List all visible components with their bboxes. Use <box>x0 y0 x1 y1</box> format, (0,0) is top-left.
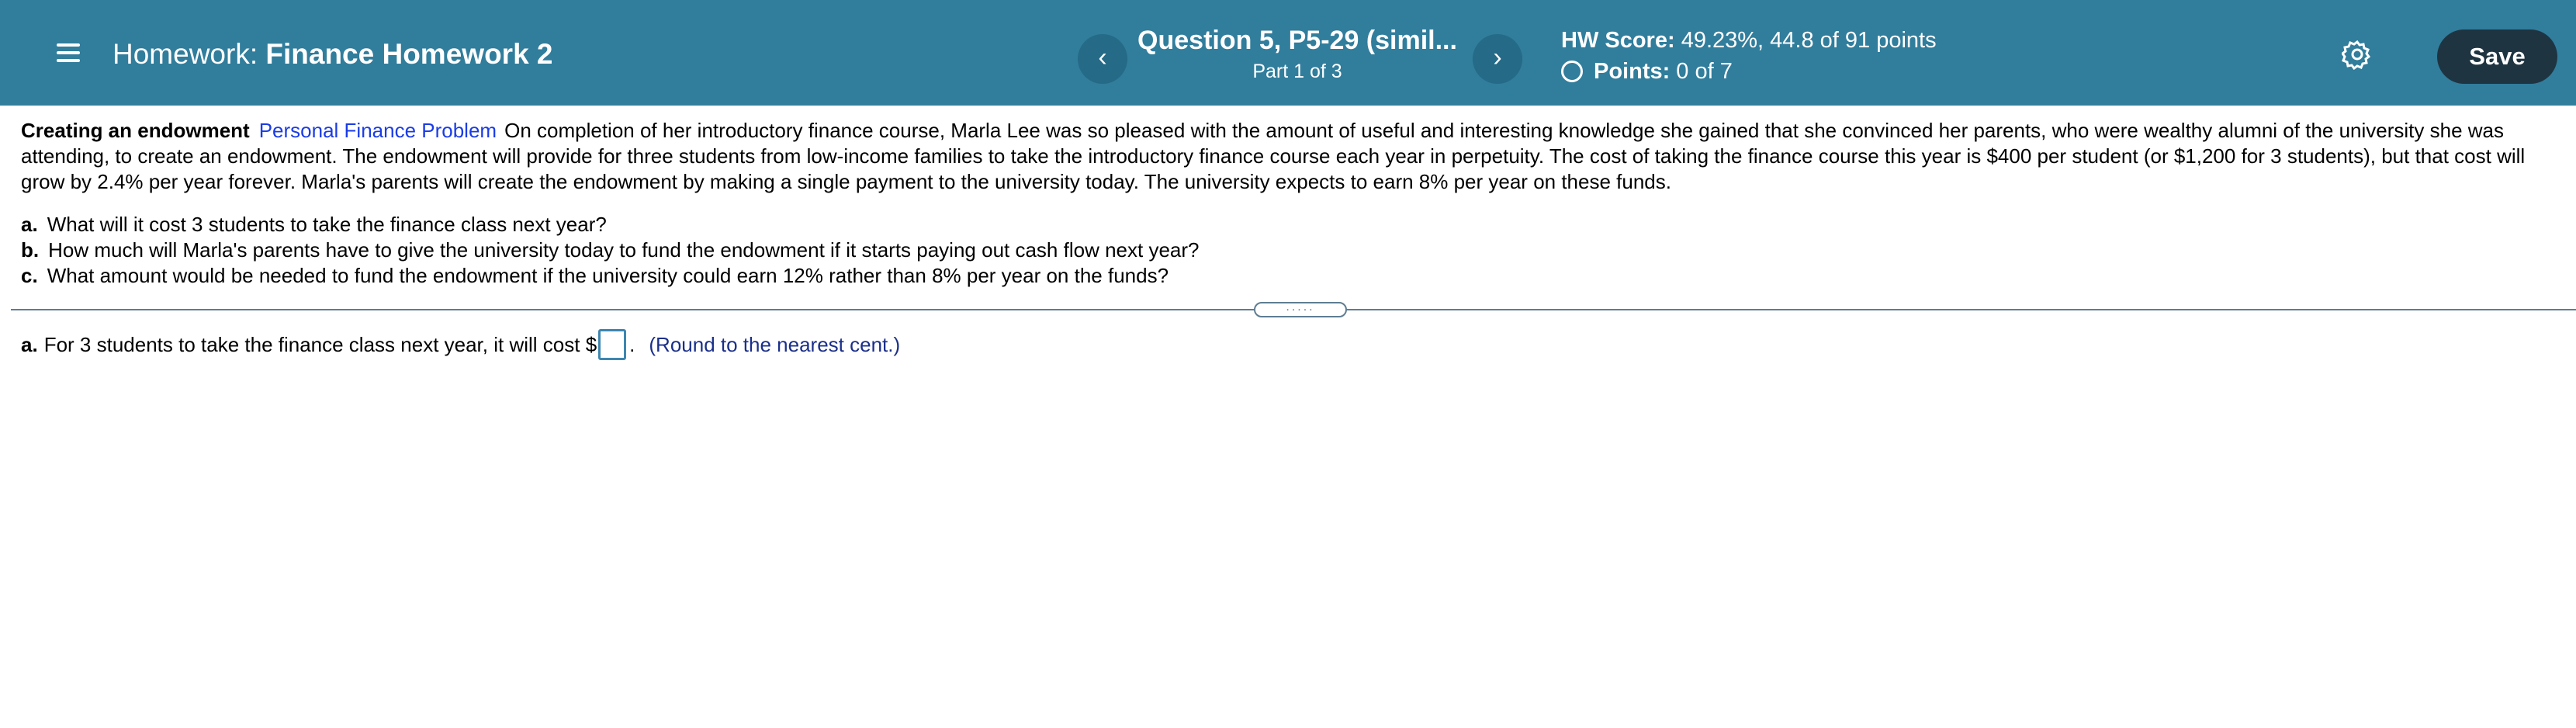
homework-name: Finance Homework 2 <box>265 38 553 70</box>
personal-finance-link[interactable]: Personal Finance Problem <box>259 119 497 142</box>
question-header: Question 5, P5-29 (simil... Part 1 of 3 <box>1134 23 1460 85</box>
homework-prefix: Homework: <box>113 38 258 70</box>
answer-prompt: For 3 students to take the finance class… <box>43 333 597 356</box>
answer-suffix: . <box>629 333 635 356</box>
hw-score-label: HW Score: <box>1561 28 1675 53</box>
rounding-hint: (Round to the nearest cent.) <box>649 333 901 356</box>
points-value: 0 of 7 <box>1676 59 1733 84</box>
answer-row: a. For 3 students to take the finance cl… <box>21 328 900 362</box>
progress-circle-icon <box>1561 61 1583 82</box>
question-part: Part 1 of 3 <box>1252 61 1342 82</box>
top-bar: Homework: Finance Homework 2 ‹ Question … <box>0 0 2576 106</box>
hamburger-menu-icon[interactable] <box>51 37 85 68</box>
question-title[interactable]: Question 5, P5-29 (simil... <box>1134 23 1460 57</box>
question-letter: c. <box>21 264 38 287</box>
previous-question-button[interactable]: ‹ <box>1078 34 1127 84</box>
question-letter: b. <box>21 238 40 262</box>
next-question-button[interactable]: › <box>1473 34 1522 84</box>
problem-title: Creating an endowment <box>21 119 250 142</box>
question-text: What will it cost 3 students to take the… <box>47 213 607 236</box>
chevron-right-icon: › <box>1493 43 1502 72</box>
list-item: a. What will it cost 3 students to take t… <box>21 212 2558 237</box>
problem-statement: Creating an endowment Personal Finance Pr… <box>21 118 2558 289</box>
hw-score-value: 49.23%, 44.8 of 91 points <box>1681 28 1937 53</box>
question-text: How much will Marla's parents have to gi… <box>48 238 1200 262</box>
question-text: What amount would be needed to fund the … <box>47 264 1169 287</box>
points: Points: 0 of 7 <box>1561 56 1937 87</box>
points-label: Points: <box>1594 59 1671 84</box>
question-list: a. What will it cost 3 students to take t… <box>21 212 2558 289</box>
answer-letter: a. <box>21 333 38 356</box>
chevron-left-icon: ‹ <box>1098 43 1107 72</box>
divider-drag-handle[interactable]: ..... <box>1254 301 1347 317</box>
question-letter: a. <box>21 213 38 236</box>
gear-icon[interactable] <box>2340 39 2373 71</box>
hw-score: HW Score: 49.23%, 44.8 of 91 points <box>1561 25 1937 56</box>
answer-input[interactable] <box>598 329 627 360</box>
problem-paragraph: Creating an endowment Personal Finance Pr… <box>21 118 2558 195</box>
homework-title: Homework: Finance Homework 2 <box>113 36 553 73</box>
score-panel: HW Score: 49.23%, 44.8 of 91 points Poin… <box>1561 25 1937 87</box>
save-button[interactable]: Save <box>2437 29 2557 84</box>
list-item: b. How much will Marla's parents have to … <box>21 237 2558 263</box>
list-item: c. What amount would be needed to fund th… <box>21 263 2558 289</box>
